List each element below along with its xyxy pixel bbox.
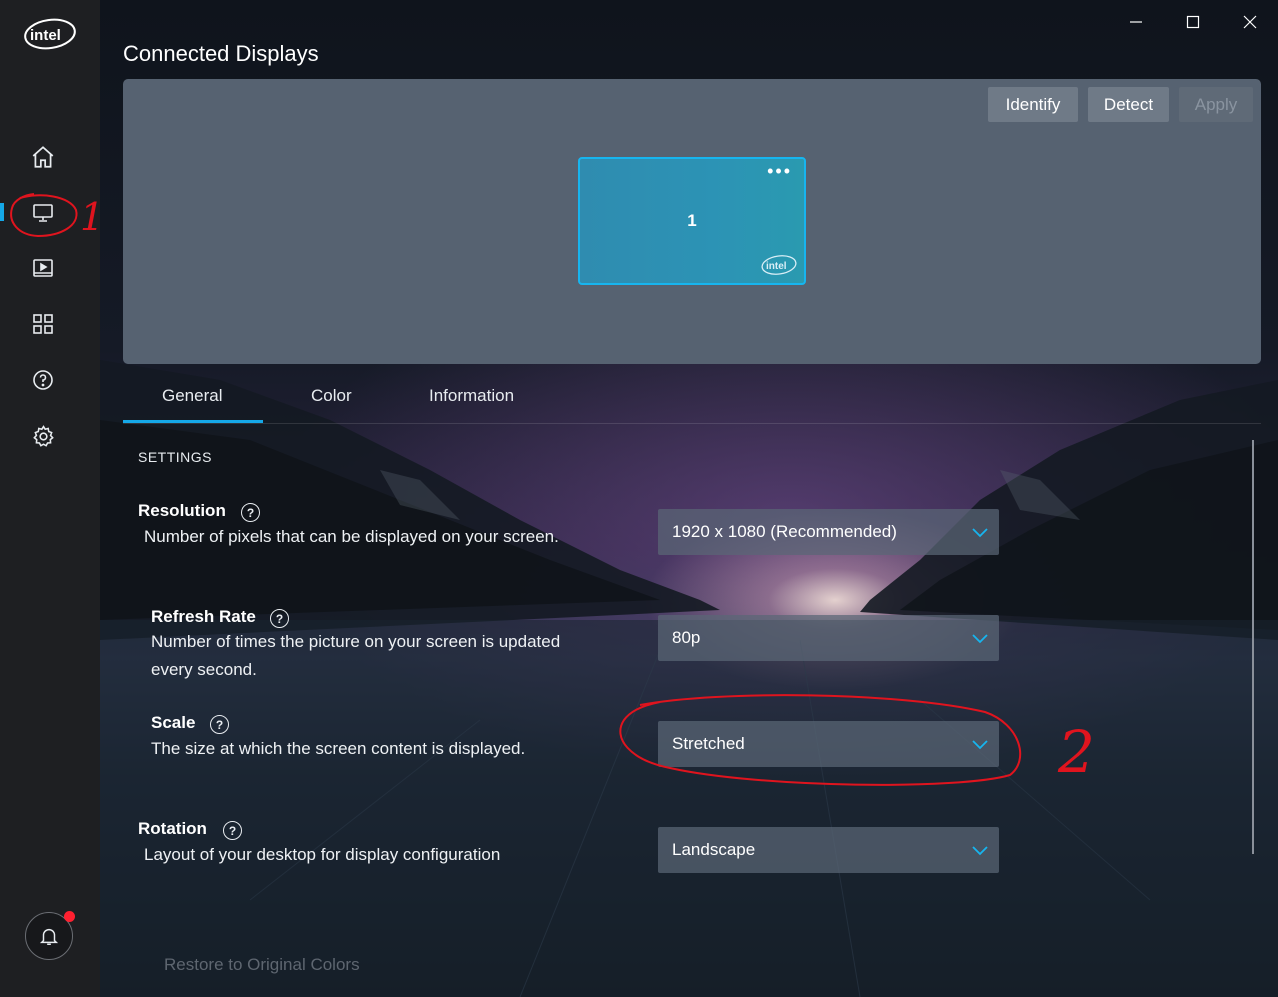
- display-nav-button[interactable]: [20, 190, 66, 236]
- maximize-icon: [1186, 15, 1200, 29]
- chevron-down-icon: [972, 846, 988, 856]
- rotation-help-icon[interactable]: ?: [223, 821, 242, 840]
- gear-icon: [32, 424, 54, 447]
- refresh-rate-description-line1: Number of times the picture on your scre…: [151, 632, 561, 651]
- chevron-down-icon: [972, 528, 988, 538]
- help-circle-icon: [33, 370, 53, 390]
- scale-help-icon[interactable]: ?: [210, 715, 229, 734]
- monitor-icon: [33, 204, 53, 222]
- display-menu-icon[interactable]: •••: [767, 161, 792, 182]
- section-label: SETTINGS: [138, 449, 213, 465]
- resolution-help-icon[interactable]: ?: [241, 503, 260, 522]
- rotation-value: Landscape: [672, 840, 756, 859]
- intel-logo-text: intel: [30, 27, 61, 44]
- settings-nav-button[interactable]: [20, 413, 66, 459]
- restore-original-colors-link[interactable]: Restore to Original Colors: [164, 955, 360, 975]
- chevron-down-icon: [972, 740, 988, 750]
- rotation-description: Layout of your desktop for display confi…: [144, 845, 501, 864]
- refresh-rate-title: Refresh Rate: [151, 607, 256, 626]
- settings-tabs: General Color Information: [123, 376, 1261, 424]
- intel-logo: intel: [22, 14, 78, 54]
- tab-color[interactable]: Color: [311, 386, 352, 406]
- scrollbar[interactable]: [1252, 440, 1254, 854]
- scale-title: Scale: [151, 713, 196, 732]
- help-nav-button[interactable]: [20, 357, 66, 403]
- resolution-description: Number of pixels that can be displayed o…: [144, 527, 559, 546]
- minimize-button[interactable]: [1116, 8, 1156, 36]
- refresh-rate-help-icon[interactable]: ?: [270, 609, 289, 628]
- close-button[interactable]: [1230, 8, 1270, 36]
- tab-information[interactable]: Information: [429, 386, 514, 406]
- display-number: 1: [687, 211, 697, 230]
- scale-value: Stretched: [672, 734, 745, 753]
- intel-badge-icon: intel: [760, 253, 798, 277]
- rotation-dropdown[interactable]: Landscape: [658, 827, 999, 873]
- refresh-rate-dropdown[interactable]: 80p: [658, 615, 999, 661]
- video-icon: [33, 259, 53, 277]
- resolution-dropdown[interactable]: 1920 x 1080 (Recommended): [658, 509, 999, 555]
- refresh-rate-description: Number of times the picture on your scre…: [151, 628, 560, 684]
- tab-general[interactable]: General: [162, 386, 222, 406]
- sidebar: intel: [0, 0, 100, 997]
- display-1-tile[interactable]: ••• 1 intel: [578, 157, 806, 285]
- home-nav-button[interactable]: [20, 134, 66, 180]
- close-icon: [1243, 15, 1257, 29]
- rotation-title: Rotation: [138, 819, 207, 838]
- resolution-value: 1920 x 1080 (Recommended): [672, 522, 897, 541]
- tabs-divider: [123, 423, 1261, 424]
- scale-description: The size at which the screen content is …: [151, 739, 526, 758]
- maximize-button[interactable]: [1173, 8, 1213, 36]
- apply-button[interactable]: Apply: [1179, 87, 1253, 122]
- video-nav-button[interactable]: [20, 245, 66, 291]
- identify-button[interactable]: Identify: [988, 87, 1078, 122]
- refresh-rate-description-line2: every second.: [151, 660, 257, 679]
- intel-badge-text: intel: [766, 261, 787, 272]
- scale-dropdown[interactable]: Stretched: [658, 721, 999, 767]
- chevron-down-icon: [972, 634, 988, 644]
- grid-icon: [33, 314, 53, 334]
- minimize-icon: [1130, 21, 1142, 23]
- notification-badge: [64, 911, 75, 922]
- refresh-rate-value: 80p: [672, 628, 701, 647]
- home-icon: [32, 146, 54, 168]
- detect-button[interactable]: Detect: [1088, 87, 1169, 122]
- apps-nav-button[interactable]: [20, 301, 66, 347]
- page-title: Connected Displays: [123, 41, 319, 66]
- display-arrangement-panel: Identify Detect Apply ••• 1 intel: [123, 79, 1261, 364]
- resolution-title: Resolution: [138, 501, 226, 520]
- bell-icon: [39, 928, 59, 945]
- active-nav-indicator: [0, 203, 4, 221]
